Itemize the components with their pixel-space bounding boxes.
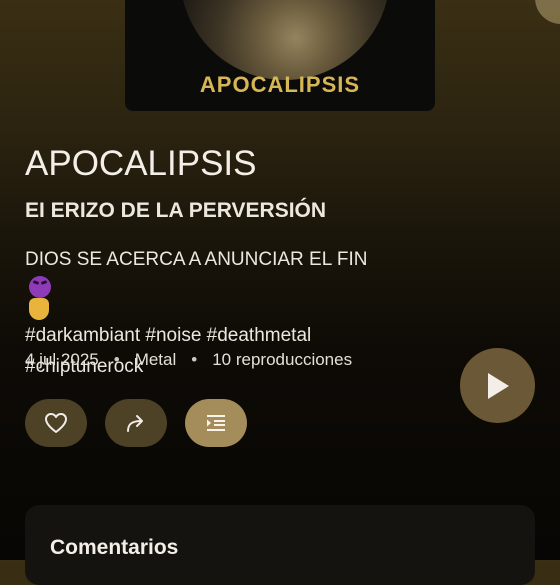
play-button[interactable]	[460, 348, 535, 423]
comments-panel: Comentarios	[25, 505, 535, 585]
planet-artwork	[180, 0, 390, 80]
track-title: APOCALIPSIS	[25, 144, 257, 183]
queue-list-icon	[207, 415, 225, 431]
track-meta: 4 jul 2025 • Metal • 10 reproducciones	[25, 350, 352, 370]
rock-hand-emoji-icon	[29, 297, 49, 320]
comments-title: Comentarios	[50, 536, 179, 559]
artist-name[interactable]: EI ERIZO DE LA PERVERSIÓN	[25, 199, 326, 223]
share-icon	[127, 415, 143, 432]
queue-button[interactable]	[185, 399, 247, 447]
smiling-devil-emoji-icon	[29, 275, 51, 298]
meta-separator: •	[113, 350, 120, 369]
play-icon	[487, 372, 509, 399]
top-corner-button[interactable]	[535, 0, 560, 24]
share-button[interactable]	[105, 399, 167, 447]
cover-title: APOCALIPSIS	[199, 72, 361, 97]
meta-separator: •	[191, 350, 198, 369]
play-count: 10 reproducciones	[212, 350, 353, 369]
like-button[interactable]	[25, 399, 87, 447]
description-line-1: DIOS SE ACERCA A ANUNCIAR EL FIN	[25, 249, 368, 270]
genre-label[interactable]: Metal	[135, 350, 177, 370]
album-cover: APOCALIPSIS	[125, 0, 435, 111]
description-line-2: #darkambiant #noise #deathmetal	[25, 324, 312, 346]
release-date: 4 jul 2025	[25, 350, 99, 369]
action-row	[25, 399, 247, 447]
heart-icon	[45, 413, 67, 433]
